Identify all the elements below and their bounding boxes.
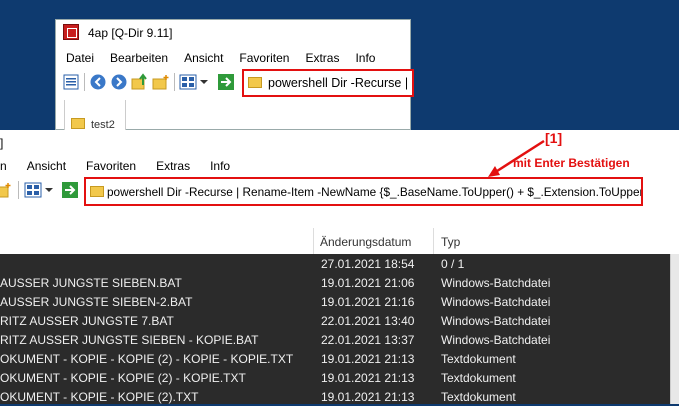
- file-name: OKUMENT - KOPIE - KOPIE (2) - KOPIE - KO…: [0, 352, 294, 366]
- table-row[interactable]: RITZ AUSSER JUNGSTE 7.BAT 22.01.2021 13:…: [0, 311, 670, 330]
- new-folder-icon[interactable]: [0, 181, 12, 199]
- menu-ansicht[interactable]: Ansicht: [184, 51, 223, 65]
- top-window: 4ap [Q-Dir 9.11] Datei Bearbeiten Ansich…: [55, 19, 414, 131]
- menu-favoriten[interactable]: Favoriten: [86, 159, 136, 173]
- file-type: Windows-Batchdatei: [441, 276, 551, 290]
- table-row[interactable]: RITZ AUSSER JUNGSTE SIEBEN - KOPIE.BAT 2…: [0, 330, 670, 349]
- menu-info[interactable]: Info: [355, 51, 375, 65]
- file-type: Textdokument: [441, 371, 516, 385]
- top-window-menubar: Datei Bearbeiten Ansicht Favoriten Extra…: [66, 51, 375, 65]
- main-window-toolbar: [0, 179, 90, 203]
- top-window-title: 4ap [Q-Dir 9.11]: [88, 26, 173, 40]
- file-date: 22.01.2021 13:37: [321, 333, 415, 347]
- up-folder-icon[interactable]: [131, 73, 149, 91]
- main-address-bar[interactable]: powershell Dir -Recurse | Rename-Item -N…: [84, 177, 643, 206]
- folder-icon: [90, 186, 104, 197]
- file-date: 19.01.2021 21:06: [321, 276, 415, 290]
- file-type: Windows-Batchdatei: [441, 314, 551, 328]
- file-type: 0 / 1: [441, 257, 465, 271]
- file-type: Windows-Batchdatei: [441, 295, 551, 309]
- app-icon: [63, 24, 79, 40]
- main-address-text: powershell Dir -Recurse | Rename-Item -N…: [107, 185, 643, 199]
- file-name: OKUMENT - KOPIE - KOPIE (2).TXT: [0, 390, 199, 404]
- file-date: 19.01.2021 21:13: [321, 371, 415, 385]
- menu-bearbeiten[interactable]: Bearbeiten: [110, 51, 168, 65]
- top-window-toolbar: [58, 71, 248, 95]
- table-row[interactable]: 27.01.2021 18:54 0 / 1: [0, 254, 670, 273]
- file-type: Textdokument: [441, 390, 516, 404]
- main-window-menubar: n Ansicht Favoriten Extras Info: [0, 159, 230, 173]
- file-list: 27.01.2021 18:54 0 / 1 AUSSER JUNGSTE SI…: [0, 254, 670, 404]
- file-date: 19.01.2021 21:16: [321, 295, 415, 309]
- vertical-scrollbar[interactable]: [670, 254, 679, 404]
- main-window-title: ]: [0, 136, 4, 150]
- view-mode-icon[interactable]: [179, 73, 197, 91]
- chevron-down-icon[interactable]: [199, 73, 209, 91]
- file-name: AUSSER JUNGSTE SIEBEN-2.BAT: [0, 295, 193, 309]
- file-name: RITZ AUSSER JUNGSTE 7.BAT: [0, 314, 174, 328]
- folder-icon: [248, 77, 262, 88]
- column-type[interactable]: Typ: [441, 235, 460, 249]
- view-mode-icon[interactable]: [24, 181, 42, 199]
- top-address-bar[interactable]: powershell Dir -Recurse | Re: [242, 69, 414, 97]
- file-type: Textdokument: [441, 352, 516, 366]
- file-list-header: Änderungsdatum Typ: [0, 228, 679, 255]
- table-row[interactable]: OKUMENT - KOPIE - KOPIE (2) - KOPIE - KO…: [0, 349, 670, 368]
- top-address-text: powershell Dir -Recurse | Re: [268, 76, 414, 90]
- menu-info[interactable]: Info: [210, 159, 230, 173]
- file-name: RITZ AUSSER JUNGSTE SIEBEN - KOPIE.BAT: [0, 333, 259, 347]
- file-date: 27.01.2021 18:54: [321, 257, 415, 271]
- menu-extras[interactable]: Extras: [305, 51, 339, 65]
- menu-ansicht[interactable]: Ansicht: [27, 159, 66, 173]
- table-row[interactable]: AUSSER JUNGSTE SIEBEN-2.BAT 19.01.2021 2…: [0, 292, 670, 311]
- forward-icon[interactable]: [110, 73, 128, 91]
- menu-extras[interactable]: Extras: [156, 159, 190, 173]
- new-folder-icon[interactable]: [152, 73, 170, 91]
- tab-test2[interactable]: test2: [64, 100, 126, 131]
- back-icon[interactable]: [89, 73, 107, 91]
- file-name: AUSSER JUNGSTE SIEBEN.BAT: [0, 276, 182, 290]
- menu-favoriten[interactable]: Favoriten: [239, 51, 289, 65]
- chevron-down-icon[interactable]: [44, 181, 54, 199]
- file-name: OKUMENT - KOPIE - KOPIE (2) - KOPIE.TXT: [0, 371, 246, 385]
- table-row[interactable]: OKUMENT - KOPIE - KOPIE (2).TXT 19.01.20…: [0, 387, 670, 406]
- annotation-arrow: [488, 139, 545, 177]
- file-date: 19.01.2021 21:13: [321, 390, 415, 404]
- table-row[interactable]: AUSSER JUNGSTE SIEBEN.BAT 19.01.2021 21:…: [0, 273, 670, 292]
- column-date[interactable]: Änderungsdatum: [320, 235, 411, 249]
- table-row[interactable]: OKUMENT - KOPIE - KOPIE (2) - KOPIE.TXT …: [0, 368, 670, 387]
- menu-datei[interactable]: Datei: [66, 51, 94, 65]
- file-date: 19.01.2021 21:13: [321, 352, 415, 366]
- top-window-titlebar: 4ap [Q-Dir 9.11]: [56, 20, 410, 46]
- folder-icon: [71, 118, 85, 129]
- file-type: Windows-Batchdatei: [441, 333, 551, 347]
- view-list-icon[interactable]: [62, 73, 80, 91]
- go-arrow-icon[interactable]: [217, 73, 235, 91]
- file-date: 22.01.2021 13:40: [321, 314, 415, 328]
- go-arrow-icon[interactable]: [61, 181, 79, 199]
- menu-bearbeiten-partial[interactable]: n: [0, 159, 7, 173]
